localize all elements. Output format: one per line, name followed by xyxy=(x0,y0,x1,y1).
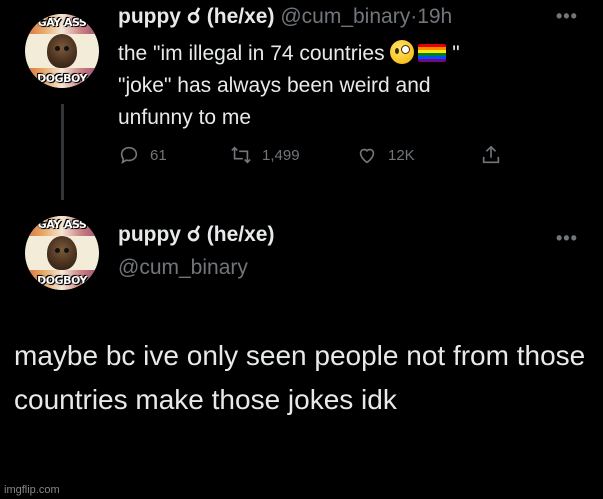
reply-icon xyxy=(120,146,138,165)
reply-count: 61 xyxy=(150,146,167,164)
watermark: imgflip.com xyxy=(4,484,60,496)
retweet-count: 1,499 xyxy=(262,146,300,164)
timestamp[interactable]: 19h xyxy=(417,5,452,28)
tweet-actions: 61 1,499 12K xyxy=(118,144,508,172)
pronoun-symbol: ☌ xyxy=(186,5,201,28)
tweet-text-segment: the "im illegal in 74 countries xyxy=(118,42,385,65)
share-icon xyxy=(482,145,500,164)
avatar[interactable]: GAY ASS DOGBOY xyxy=(25,216,99,290)
more-options-icon[interactable]: ••• xyxy=(556,228,578,249)
pronouns: (he/xe) xyxy=(206,5,275,28)
handle[interactable]: @cum_binary xyxy=(118,256,248,280)
dog-avatar-image xyxy=(47,34,77,68)
retweet-button[interactable]: 1,499 xyxy=(230,144,300,166)
more-options-icon[interactable]: ••• xyxy=(556,6,578,27)
avatar-top-label: GAY ASS xyxy=(37,218,87,231)
avatar-bottom-label: DOGBOY xyxy=(37,72,87,85)
tweet-text-segment: " xyxy=(452,42,460,65)
reply-button[interactable]: 61 xyxy=(118,144,167,166)
zany-face-emoji-icon xyxy=(390,40,415,64)
rainbow-flag-emoji-icon xyxy=(418,44,447,62)
handle[interactable]: @cum_binary xyxy=(280,5,410,28)
tweet-header: puppy ☌ (he/xe) @cum_binary·19h xyxy=(118,4,452,29)
tweet-text: maybe bc ive only seen people not from t… xyxy=(14,340,586,415)
pronoun-symbol: ☌ xyxy=(186,223,201,246)
heart-icon xyxy=(359,148,375,164)
like-count: 12K xyxy=(388,146,415,164)
avatar-bottom-label: DOGBOY xyxy=(37,274,87,287)
like-button[interactable]: 12K xyxy=(356,144,415,166)
tweet-text-line: "joke" has always been weird and xyxy=(118,74,431,97)
thread-line xyxy=(61,104,64,200)
tweet-header: puppy ☌ (he/xe) xyxy=(118,222,274,247)
tweet-text-line: the "im illegal in 74 countries " xyxy=(118,38,538,70)
retweet-icon xyxy=(231,146,251,164)
display-name[interactable]: puppy xyxy=(118,5,181,28)
share-button[interactable] xyxy=(480,144,502,166)
display-name[interactable]: puppy xyxy=(118,223,181,246)
dog-avatar-image xyxy=(47,236,77,270)
avatar[interactable]: GAY ASS DOGBOY xyxy=(25,14,99,88)
avatar-top-label: GAY ASS xyxy=(37,16,87,29)
pronouns: (he/xe) xyxy=(206,223,275,246)
tweet-text-line: unfunny to me xyxy=(118,106,252,129)
tweet-text: the "im illegal in 74 countries " "joke"… xyxy=(118,38,538,134)
